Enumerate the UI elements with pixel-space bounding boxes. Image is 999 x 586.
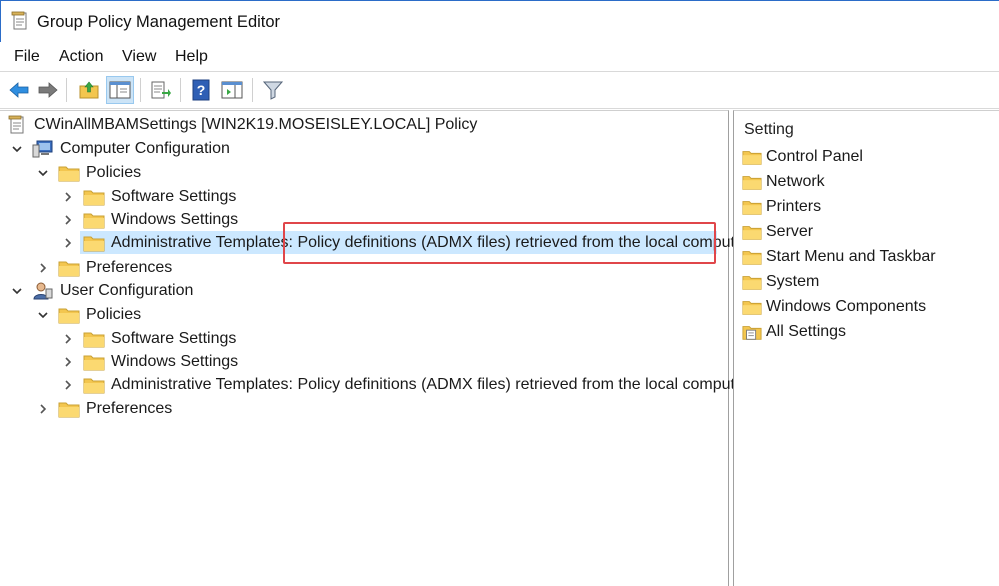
- tree-user-configuration[interactable]: User Configuration: [10, 280, 193, 302]
- up-folder-icon[interactable]: [75, 76, 103, 104]
- setting-item[interactable]: Windows Components: [742, 296, 926, 318]
- window-title: Group Policy Management Editor: [37, 13, 281, 31]
- tree-root-label: CWinAllMBAMSettings [WIN2K19.MOSEISLEY.L…: [34, 116, 478, 133]
- back-arrow-icon[interactable]: [5, 76, 33, 104]
- tree-label: Windows Settings: [111, 211, 239, 228]
- folder-icon: [742, 251, 762, 265]
- setting-item[interactable]: Network: [742, 171, 825, 193]
- tree-computer-configuration[interactable]: Computer Configuration: [10, 138, 230, 160]
- tree-label: Preferences: [86, 259, 173, 276]
- setting-item-label: Control Panel: [766, 148, 863, 165]
- tree-uc-preferences[interactable]: Preferences: [36, 398, 172, 420]
- folder-icon: [742, 301, 762, 315]
- setting-item-label: Network: [766, 173, 825, 190]
- tree-label: Policies: [86, 306, 142, 323]
- setting-item[interactable]: Control Panel: [742, 146, 863, 168]
- menu-view[interactable]: View: [122, 48, 156, 66]
- folder-icon: [83, 213, 105, 229]
- setting-item[interactable]: Server: [742, 221, 813, 243]
- chevron-right-icon[interactable]: [61, 378, 75, 392]
- tree-label-prefix: Administrative Templates:: [111, 234, 298, 251]
- setting-item[interactable]: Start Menu and Taskbar: [742, 246, 936, 268]
- menu-file[interactable]: File: [14, 48, 40, 66]
- chevron-down-icon[interactable]: [10, 284, 24, 298]
- folder-icon: [742, 276, 762, 290]
- tree-label: Software Settings: [111, 330, 237, 347]
- title-bar: Group Policy Management Editor: [0, 0, 999, 42]
- chevron-right-icon[interactable]: [61, 355, 75, 369]
- tree-label: Software Settings: [111, 188, 237, 205]
- chevron-right-icon[interactable]: [61, 190, 75, 204]
- menu-help[interactable]: Help: [175, 48, 208, 66]
- folder-icon: [742, 201, 762, 215]
- tree-cc-policies[interactable]: Policies: [36, 162, 141, 184]
- setting-item-label: Printers: [766, 198, 822, 215]
- tree-label: User Configuration: [60, 282, 194, 299]
- setting-item-label: System: [766, 273, 820, 290]
- tree-label: Administrative Templates: Policy definit…: [111, 376, 753, 393]
- tree-uc-policies[interactable]: Policies: [36, 304, 141, 326]
- tree-label: Preferences: [86, 400, 173, 417]
- tree-label: Policies: [86, 164, 142, 181]
- tree-root[interactable]: CWinAllMBAMSettings [WIN2K19.MOSEISLEY.L…: [8, 114, 477, 136]
- show-hide-tree-icon[interactable]: [106, 76, 134, 104]
- folder-icon: [58, 308, 80, 324]
- tree-cc-windows-settings[interactable]: Windows Settings: [61, 209, 238, 231]
- folder-icon: [58, 402, 80, 418]
- setting-item[interactable]: System: [742, 271, 819, 293]
- chevron-right-icon[interactable]: [36, 402, 50, 416]
- setting-item[interactable]: Printers: [742, 196, 821, 218]
- highlight-annotation: [283, 222, 716, 264]
- chevron-right-icon[interactable]: [61, 213, 75, 227]
- tree-label: Computer Configuration: [60, 140, 230, 157]
- folder-icon: [742, 176, 762, 190]
- folder-icon: [58, 261, 80, 277]
- chevron-right-icon[interactable]: [61, 236, 75, 250]
- tree-label: Windows Settings: [111, 353, 239, 370]
- export-list-icon[interactable]: [146, 76, 174, 104]
- all-settings-icon: [742, 326, 762, 340]
- app-icon: [11, 11, 27, 30]
- show-action-pane-icon[interactable]: [218, 76, 246, 104]
- setting-item-label: Windows Components: [766, 298, 927, 315]
- toolbar: ?: [0, 71, 999, 109]
- policy-scroll-icon: [8, 115, 24, 134]
- help-icon[interactable]: ?: [187, 76, 215, 104]
- menu-action[interactable]: Action: [59, 48, 103, 66]
- user-icon: [33, 282, 53, 300]
- chevron-down-icon[interactable]: [36, 308, 50, 322]
- tree-uc-windows-settings[interactable]: Windows Settings: [61, 351, 238, 373]
- setting-item-label: Start Menu and Taskbar: [766, 248, 936, 265]
- menu-bar: File Action View Help: [0, 44, 999, 70]
- tree-cc-preferences[interactable]: Preferences: [36, 257, 172, 279]
- tree-cc-software-settings[interactable]: Software Settings: [61, 186, 236, 208]
- folder-icon: [58, 166, 80, 182]
- tree-uc-software-settings[interactable]: Software Settings: [61, 328, 236, 350]
- setting-item[interactable]: All Settings: [742, 321, 846, 343]
- filter-icon[interactable]: [259, 76, 287, 104]
- chevron-down-icon[interactable]: [10, 142, 24, 156]
- column-header-setting[interactable]: Setting: [744, 121, 794, 139]
- folder-icon: [83, 355, 105, 371]
- folder-icon: [742, 151, 762, 165]
- chevron-right-icon[interactable]: [61, 332, 75, 346]
- setting-item-label: Server: [766, 223, 814, 240]
- folder-icon: [83, 190, 105, 206]
- folder-icon: [83, 236, 105, 252]
- folder-icon: [83, 332, 105, 348]
- folder-icon: [742, 226, 762, 240]
- tree-uc-administrative-templates[interactable]: Administrative Templates: Policy definit…: [61, 374, 753, 396]
- setting-item-label: All Settings: [766, 323, 847, 340]
- forward-arrow-icon[interactable]: [34, 76, 62, 104]
- chevron-down-icon[interactable]: [36, 166, 50, 180]
- chevron-right-icon[interactable]: [36, 261, 50, 275]
- folder-icon: [83, 378, 105, 394]
- svg-text:?: ?: [197, 82, 206, 98]
- computer-icon: [32, 140, 53, 158]
